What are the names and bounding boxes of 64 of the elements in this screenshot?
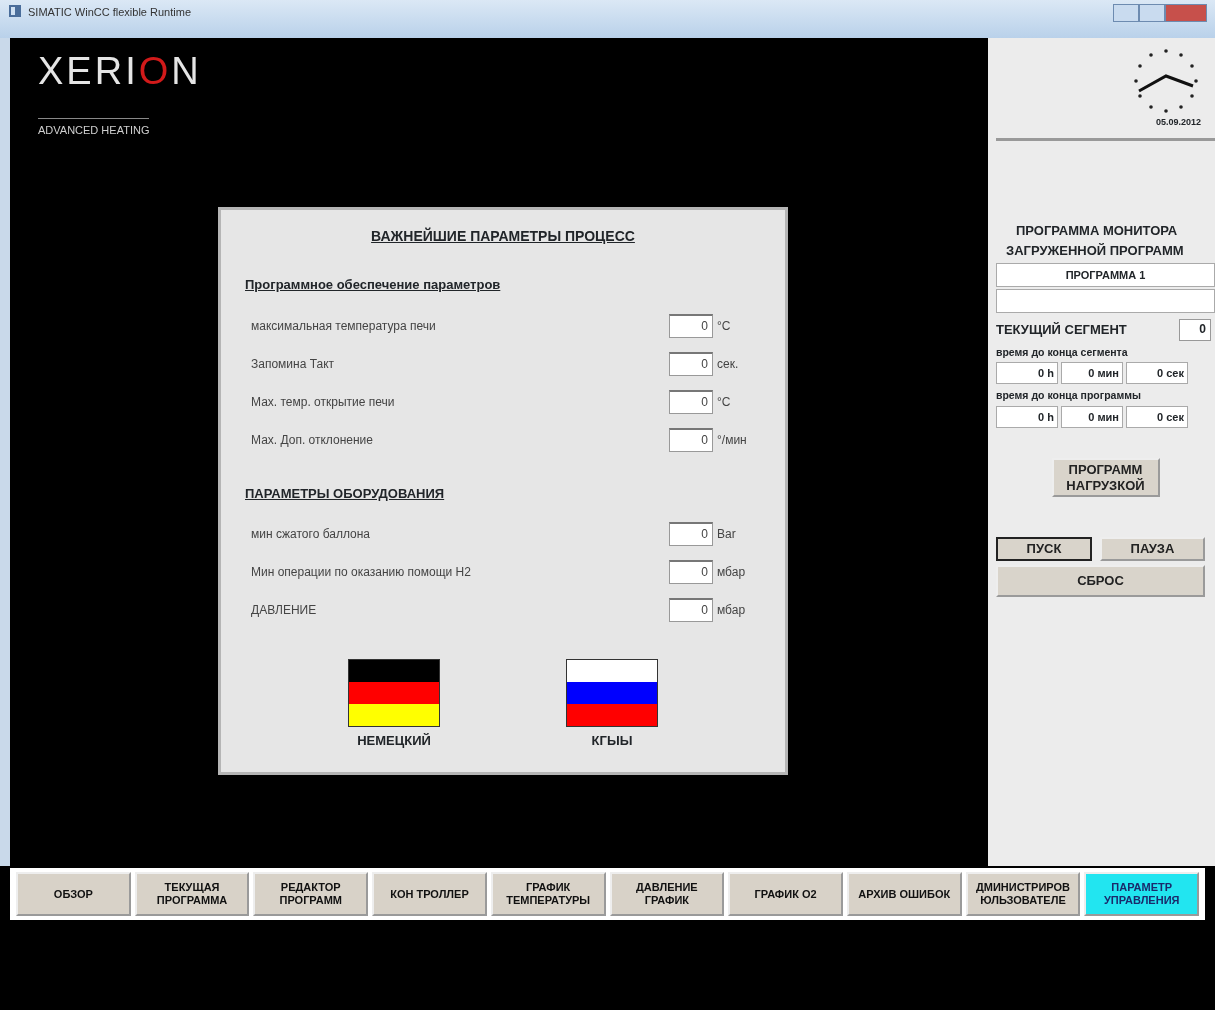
parameter-label: Мах. темр. открытие печи <box>251 394 395 409</box>
unit-label: мбар <box>716 564 747 581</box>
parameter-label: Мин операции по оказанию помощи H2 <box>251 565 471 579</box>
nav-button[interactable]: ПАРАМЕТР УПРАВЛЕНИЯ <box>1084 872 1200 916</box>
nav-button[interactable]: КОН ТРОЛЛЕР <box>372 872 487 916</box>
nav-button[interactable]: ДАВЛЕНИЕ ГРАФИК <box>609 872 725 916</box>
segment-label: ТЕКУЩИЙ СЕГМЕНТ <box>996 320 1127 339</box>
time-field: 0 мин <box>1061 362 1123 385</box>
time-field: 0 сек <box>1126 362 1188 385</box>
time-field: 0 h <box>996 406 1058 428</box>
monitor-title: ЗАГРУЖЕННОЙ ПРОГРАММ <box>1005 241 1185 260</box>
window-title: SIMATIC WinCC flexible Runtime <box>28 5 191 20</box>
close-button[interactable] <box>1165 4 1207 22</box>
reset-button[interactable]: СБРОС <box>996 564 1205 597</box>
app-icon <box>8 4 22 18</box>
unit-label: °/мин <box>716 431 748 449</box>
parameter-label: максимальная температура печи <box>251 318 436 333</box>
value-field[interactable]: 0 <box>669 560 713 584</box>
parameter-label: Запомина Такт <box>251 356 335 371</box>
german-flag-icon[interactable] <box>348 659 440 727</box>
nav-button[interactable]: ОБЗОР <box>16 872 131 916</box>
timer-label: время до конца сегмента <box>996 344 1129 360</box>
time-field: 0 мин <box>1061 406 1123 428</box>
parameter-label: Мах. Доп. отклонение <box>251 432 373 447</box>
load-program-button[interactable]: ПРОГРАММ НАГРУЗКОЙ <box>1051 458 1160 498</box>
value-field[interactable]: 0 <box>669 598 713 622</box>
maximize-button[interactable] <box>1139 4 1165 22</box>
time-field: 0 сек <box>1126 406 1188 428</box>
unit-label: °C <box>716 317 732 335</box>
unit-label: сек. <box>716 355 740 373</box>
language-label: НЕМЕЦКИЙ <box>357 732 431 750</box>
monitor-title: ПРОГРАММА МОНИТОРА <box>1015 221 1179 240</box>
value-field[interactable]: 0 <box>669 351 713 376</box>
value-field[interactable]: 0 <box>669 522 713 546</box>
section-heading: Программное обеспечение параметров <box>245 276 501 294</box>
minimize-button[interactable] <box>1113 4 1139 22</box>
nav-button[interactable]: ДМИНИСТРИРОВ ЮЛЬЗОВАТЕЛЕ <box>965 872 1081 916</box>
timer-label: время до конца программы <box>996 388 1142 404</box>
parameter-label: мин сжатого баллона <box>251 527 371 541</box>
value-field[interactable]: 0 <box>669 389 713 414</box>
nav-button[interactable]: РЕДАКТОР ПРОГРАММ <box>253 872 369 916</box>
logo-tagline: ADVANCED HEATING <box>38 118 150 139</box>
russian-flag-icon[interactable] <box>566 659 658 727</box>
unit-label: Bar <box>716 526 737 543</box>
nav-button[interactable]: ГРАФИК O2 <box>728 872 843 916</box>
nav-button[interactable]: ТЕКУЩАЯ ПРОГРАММА <box>134 872 250 916</box>
date-label: 05.09.2012 <box>1155 116 1201 129</box>
language-label: КГЫЫ <box>591 732 633 750</box>
control-button[interactable]: ПУСК <box>996 537 1092 561</box>
nav-button[interactable]: ГРАФИК ТЕМПЕРАТУРЫ <box>490 872 606 916</box>
program-field: ПРОГРАММА 1 <box>996 262 1215 287</box>
nav-button[interactable]: АРХИВ ОШИБОК <box>846 872 962 916</box>
clock-icon <box>1131 46 1201 116</box>
unit-label: °C <box>716 393 732 411</box>
value-field[interactable]: 0 <box>669 313 713 338</box>
control-button[interactable]: ПАУЗА <box>1099 537 1205 561</box>
unit-label: мбар <box>716 602 747 619</box>
time-field: 0 h <box>996 362 1058 385</box>
logo-text: XERION <box>38 52 202 90</box>
parameter-label: ДАВЛЕНИЕ <box>251 603 317 617</box>
value-field[interactable]: 0 <box>669 427 713 452</box>
segment-field: 0 <box>1179 318 1211 341</box>
dialog-title: ВАЖНЕЙШИЕ ПАРАМЕТРЫ ПРОЦЕСС <box>371 228 635 244</box>
section-heading: ПАРАМЕТРЫ ОБОРУДОВАНИЯ <box>245 484 445 503</box>
